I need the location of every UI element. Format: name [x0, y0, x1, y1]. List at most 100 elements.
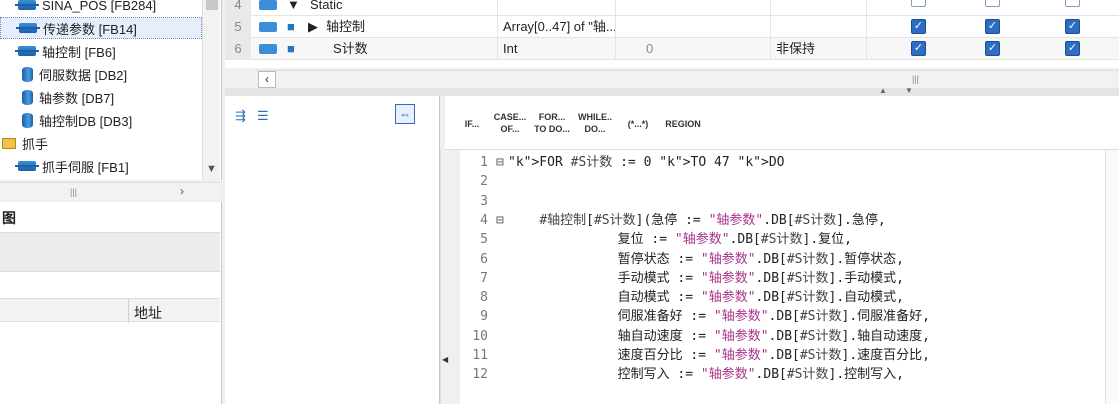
collapse-up-icon[interactable]: ▲: [879, 86, 887, 95]
fold-toggle-icon[interactable]: ⊟: [496, 211, 508, 230]
tree-folder-gripper[interactable]: 抓手: [0, 132, 202, 154]
collapse-down-icon[interactable]: ▼: [905, 86, 913, 95]
tree-item-pass-params[interactable]: 传递参数 [FB14]: [0, 17, 202, 39]
tree-item-axis-control-db[interactable]: 轴控制DB [DB3]: [0, 109, 202, 131]
chevron-left-icon[interactable]: ◀: [442, 355, 448, 364]
checkbox-visible[interactable]: [1065, 0, 1080, 7]
line-number: 10: [472, 328, 488, 344]
folder-icon: [2, 137, 16, 149]
tree-item-gripper-servo[interactable]: 抓手伺服 [FB1]: [0, 155, 202, 177]
code-line[interactable]: 2: [460, 172, 1119, 191]
fold-toggle-icon[interactable]: ⊟: [496, 153, 508, 172]
line-number: 7: [480, 270, 488, 286]
address-column-header[interactable]: 地址: [134, 303, 162, 323]
tia-portal-editor: { "tree": { "items": [ {"label": "SINA_P…: [0, 0, 1119, 404]
line-number: 9: [480, 309, 488, 325]
code-text: "k">FOR #S计数 := 0 "k">TO 47 "k">DO: [508, 155, 785, 170]
chevron-right-icon[interactable]: ›: [180, 184, 184, 198]
row-retain[interactable]: [770, 0, 866, 16]
code-text: 速度百分比 := "轴参数".DB[#S计数].速度百分比,: [508, 348, 930, 363]
tree-item-label: 伺服数据 [DB2]: [39, 67, 128, 83]
gutter-divider[interactable]: ◀: [440, 150, 450, 404]
row-default[interactable]: [615, 16, 770, 38]
chevron-left-icon[interactable]: ‹: [258, 71, 276, 88]
code-line[interactable]: 5 复位 := "轴参数".DB[#S计数].复位,: [460, 230, 1119, 249]
checkbox-accessible[interactable]: ✓: [911, 41, 926, 56]
line-number: 6: [480, 251, 488, 267]
tree-item-label: 轴控制 [FB6]: [42, 44, 116, 60]
case-keyword-button[interactable]: CASE... OF...: [491, 106, 529, 142]
checkbox-accessible[interactable]: [911, 0, 926, 7]
outdent-icon[interactable]: ☰: [257, 108, 269, 124]
details-panel: 图 地址: [0, 202, 222, 404]
while-keyword-button[interactable]: WHILE.. DO...: [575, 106, 615, 142]
code-line[interactable]: 12 控制写入 := "轴参数".DB[#S计数].控制写入,: [460, 365, 1119, 384]
panel-title: 图: [2, 210, 16, 226]
row-type[interactable]: [497, 0, 615, 16]
fb-icon: [15, 161, 39, 171]
code-line[interactable]: 9 伺服准备好 := "轴参数".DB[#S计数].伺服准备好,: [460, 307, 1119, 326]
table-row[interactable]: 6 ■ S计数 Int 0 非保持 ✓ ✓ ✓: [225, 38, 1119, 60]
row-expand-icon[interactable]: ▶: [303, 16, 318, 38]
tree-item-servo-data[interactable]: 伺服数据 [DB2]: [0, 63, 202, 85]
tree-item-label: SINA_POS [FB284]: [42, 0, 157, 13]
line-number: 1: [480, 155, 488, 170]
tree-item-sina-pos[interactable]: SINA_POS [FB284]: [0, 0, 202, 16]
region-keyword-button[interactable]: REGION: [661, 106, 705, 142]
row-expand-icon[interactable]: ▼: [282, 0, 300, 16]
checkbox-visible[interactable]: ✓: [1065, 41, 1080, 56]
tree-item-axis-params[interactable]: 轴参数 [DB7]: [0, 86, 202, 108]
fb-icon: [16, 23, 40, 33]
if-keyword-button[interactable]: IF...: [457, 106, 487, 142]
checkbox-writable[interactable]: ✓: [985, 19, 1000, 34]
chevron-down-icon[interactable]: ▼: [206, 163, 217, 175]
code-text: 手动模式 := "轴参数".DB[#S计数].手动模式,: [508, 270, 904, 286]
code-editor[interactable]: 1 ⊟ "k">FOR #S计数 := 0 "k">TO 47 "k">DO 2 3 4 ⊟…: [460, 150, 1119, 404]
row-type[interactable]: Array[0..47] of "轴...: [497, 16, 615, 38]
row-retain[interactable]: [770, 16, 866, 38]
static-icon: [259, 44, 277, 54]
tree-item-axis-control-fb[interactable]: 轴控制 [FB6]: [0, 40, 202, 62]
code-line[interactable]: 1 ⊟ "k">FOR #S计数 := 0 "k">TO 47 "k">DO: [460, 153, 1119, 172]
row-type[interactable]: Int: [497, 38, 615, 60]
checkbox-writable[interactable]: ✓: [985, 41, 1000, 56]
tree-vertical-scrollbar[interactable]: ▼: [202, 0, 220, 180]
keyword-toolbar: IF... CASE... OF... FOR... TO DO... WHIL…: [445, 96, 1119, 150]
code-line[interactable]: 4 ⊟ #轴控制[#S计数](急停 := "轴参数".DB[#S计数].急停,: [460, 211, 1119, 230]
row-retain[interactable]: 非保持: [770, 38, 866, 60]
splitter[interactable]: ▲ ▼: [225, 86, 1119, 96]
row-name[interactable]: S计数: [328, 38, 368, 60]
indent-icon[interactable]: ⇶: [235, 108, 246, 124]
row-default[interactable]: 0: [615, 38, 770, 60]
tree-horizontal-scrollbar[interactable]: ||| ›: [0, 182, 220, 200]
code-line[interactable]: 10 轴自动速度 := "轴参数".DB[#S计数].轴自动速度,: [460, 327, 1119, 346]
code-line[interactable]: 11 速度百分比 := "轴参数".DB[#S计数].速度百分比,: [460, 346, 1119, 365]
scroll-thumb[interactable]: [206, 0, 218, 10]
line-number: 12: [472, 367, 488, 383]
code-text: 伺服准备好 := "轴参数".DB[#S计数].伺服准备好,: [508, 309, 930, 325]
panel-table-header: 地址: [0, 298, 220, 323]
comment-keyword-button[interactable]: (*...*): [619, 106, 657, 142]
row-name[interactable]: 轴控制: [321, 16, 365, 38]
code-line[interactable]: 3: [460, 192, 1119, 211]
table-row[interactable]: 5 ■ ▶ 轴控制 Array[0..47] of "轴... ✓ ✓ ✓: [225, 16, 1119, 38]
checkbox-visible[interactable]: ✓: [1065, 19, 1080, 34]
fb-icon: [15, 0, 39, 10]
code-text: 自动模式 := "轴参数".DB[#S计数].自动模式,: [508, 290, 904, 306]
sync-view-icon[interactable]: ⇔: [395, 104, 415, 124]
checkbox-writable[interactable]: [985, 0, 1000, 7]
row-name[interactable]: Static: [305, 0, 343, 16]
for-keyword-button[interactable]: FOR... TO DO...: [533, 106, 571, 142]
db-icon: [22, 112, 33, 128]
interface-horizontal-scrollbar[interactable]: ‹ |||: [256, 70, 1119, 88]
tree-item-label: 传递参数 [FB14]: [43, 21, 137, 37]
db-icon: [22, 89, 33, 105]
code-vertical-scrollbar[interactable]: [1105, 150, 1119, 404]
checkbox-accessible[interactable]: ✓: [911, 19, 926, 34]
bullet-icon: ■: [287, 41, 295, 56]
code-line[interactable]: 8 自动模式 := "轴参数".DB[#S计数].自动模式,: [460, 288, 1119, 307]
table-row[interactable]: 4 ▼ Static: [225, 0, 1119, 16]
code-line[interactable]: 6 暂停状态 := "轴参数".DB[#S计数].暂停状态,: [460, 250, 1119, 269]
code-line[interactable]: 7 手动模式 := "轴参数".DB[#S计数].手动模式,: [460, 269, 1119, 288]
row-default[interactable]: [615, 0, 770, 16]
